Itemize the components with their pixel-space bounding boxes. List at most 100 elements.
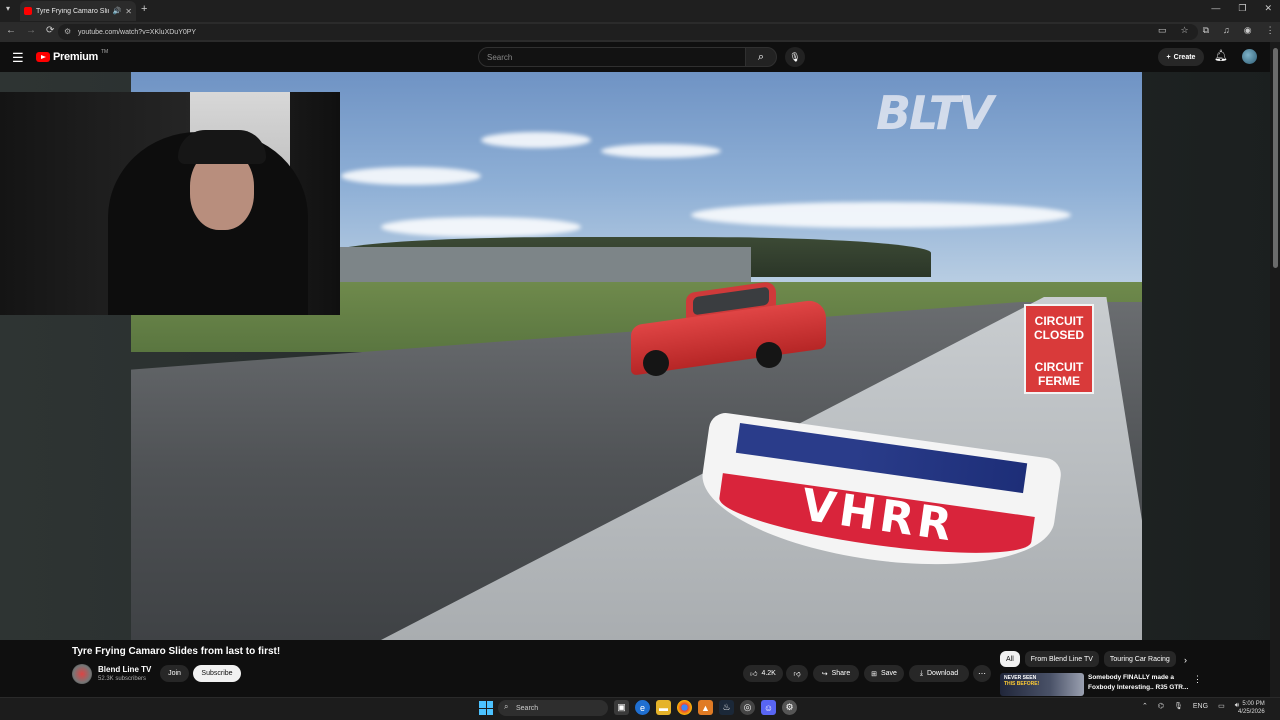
browser-extensions: ▭ ☆ ⧉ ♫ ◉ ⋮ bbox=[1158, 25, 1275, 36]
taskbar-search[interactable]: ⌕ Search bbox=[498, 700, 608, 716]
menu-icon[interactable]: ☰ bbox=[12, 50, 24, 66]
logo-tm: TM bbox=[100, 49, 109, 55]
file-explorer-icon[interactable]: ▬ bbox=[656, 700, 671, 715]
clock-date: 4/25/2026 bbox=[1238, 709, 1265, 715]
video-pit-buildings bbox=[331, 247, 751, 287]
tray-mic-icon[interactable]: 🎙 bbox=[1174, 702, 1183, 710]
recommended-title[interactable]: Somebody FINALLY made a Foxbody Interest… bbox=[1088, 673, 1192, 693]
search-icon: ⌕ bbox=[757, 50, 765, 63]
new-tab-button[interactable]: + bbox=[141, 3, 147, 15]
like-button[interactable]: 👍︎ 4.2K bbox=[743, 665, 783, 682]
chip-touring-car-racing[interactable]: Touring Car Racing bbox=[1103, 651, 1176, 667]
plus-icon: + bbox=[1166, 53, 1171, 61]
system-tray: ⌃ ⌬ 🎙 ENG ▭ 🔊︎ bbox=[1142, 702, 1239, 710]
edge-icon[interactable]: e bbox=[635, 700, 650, 715]
taskbar-apps: ▣ e ▬ ▲ ♨ ◎ ☺ ⚙ bbox=[614, 700, 797, 715]
download-icon: ⤓ bbox=[919, 669, 923, 677]
search-placeholder: Search bbox=[487, 52, 513, 62]
windows-start-icon[interactable] bbox=[479, 701, 493, 715]
join-button[interactable]: Join bbox=[160, 665, 189, 682]
language-indicator[interactable]: ENG bbox=[1193, 703, 1208, 710]
taskbar-clock[interactable]: 5:00 PM 4/25/2026 bbox=[1238, 700, 1265, 716]
save-icon: ⊞ bbox=[871, 670, 877, 678]
extensions-icon[interactable]: ⧉ bbox=[1203, 25, 1209, 36]
clock-time: 5:00 PM bbox=[1242, 701, 1265, 707]
share-button[interactable]: ↪ Share bbox=[813, 665, 859, 682]
steam-icon[interactable]: ♨ bbox=[719, 700, 734, 715]
circuit-closed-sign: CIRCUIT CLOSED CIRCUIT FERME bbox=[1024, 304, 1094, 394]
create-button[interactable]: + Create bbox=[1158, 48, 1204, 66]
video-cloud bbox=[481, 132, 591, 148]
url-text: youtube.com/watch?v=XKluXDuY0PY bbox=[78, 28, 197, 36]
close-window-icon[interactable]: ✕ bbox=[1264, 3, 1272, 14]
channel-name[interactable]: Blend Line TV bbox=[98, 665, 151, 674]
dislike-button[interactable]: 👎︎ bbox=[786, 665, 808, 682]
chrome-icon[interactable] bbox=[677, 700, 692, 715]
video-title: Tyre Frying Camaro Slides from last to f… bbox=[72, 646, 281, 657]
logo-text: Premium bbox=[53, 51, 98, 63]
bookmark-star-icon[interactable]: ☆ bbox=[1181, 25, 1189, 36]
profile-icon[interactable]: ◉ bbox=[1244, 25, 1252, 36]
subscriber-count: 52.3K subscribers bbox=[98, 676, 147, 682]
browser-tab-strip bbox=[0, 0, 1280, 22]
like-count: 4.2K bbox=[761, 670, 776, 677]
thumbs-down-icon: 👎︎ bbox=[793, 671, 801, 678]
task-view-icon[interactable]: ▣ bbox=[614, 700, 629, 715]
tray-app-icon[interactable]: ⌬ bbox=[1158, 702, 1164, 710]
download-label: Download bbox=[926, 670, 959, 677]
kebab-menu-icon[interactable]: ⋮ bbox=[1193, 674, 1202, 685]
more-actions-icon[interactable]: ⋯ bbox=[973, 665, 991, 682]
chip-all[interactable]: All bbox=[1000, 651, 1020, 667]
save-button[interactable]: ⊞ Save bbox=[864, 665, 904, 682]
audio-icon[interactable]: 🔊 bbox=[113, 7, 122, 15]
related-chips: All From Blend Line TV Touring Car Racin… bbox=[1000, 651, 1176, 667]
thumb-text-2: THIS BEFORE! bbox=[1004, 681, 1040, 687]
minimize-icon[interactable]: — bbox=[1211, 3, 1220, 14]
microphone-icon: 🎙 bbox=[789, 51, 801, 62]
browser-menu-icon[interactable]: ⋮ bbox=[1266, 25, 1275, 36]
discord-icon[interactable]: ☺ bbox=[761, 700, 776, 715]
vlc-icon[interactable]: ▲ bbox=[698, 700, 713, 715]
voice-search-button[interactable]: 🎙 bbox=[785, 47, 805, 67]
youtube-favicon-icon bbox=[24, 7, 32, 15]
video-cloud bbox=[691, 202, 1071, 228]
close-tab-icon[interactable]: ✕ bbox=[125, 7, 132, 16]
cast-icon[interactable]: ▭ bbox=[1158, 25, 1167, 36]
scrollbar-thumb[interactable] bbox=[1273, 48, 1278, 268]
maximize-icon[interactable]: ❐ bbox=[1238, 3, 1246, 14]
recommended-thumbnail[interactable]: NEVER SEEN THIS BEFORE! bbox=[1000, 673, 1084, 696]
settings-gear-icon[interactable]: ⚙ bbox=[782, 700, 797, 715]
thumbs-up-icon: 👍︎ bbox=[750, 671, 758, 678]
browser-tab-active[interactable]: Tyre Frying Camaro Slides f 🔊 ✕ bbox=[20, 1, 136, 21]
download-button[interactable]: ⤓ Download bbox=[909, 665, 969, 682]
media-icon[interactable]: ♫ bbox=[1223, 25, 1230, 36]
tray-chevron-icon[interactable]: ⌃ bbox=[1142, 702, 1148, 710]
channel-avatar[interactable] bbox=[72, 664, 92, 684]
video-red-car bbox=[631, 280, 826, 382]
sign-line-2: CIRCUIT FERME bbox=[1034, 360, 1084, 388]
network-icon[interactable]: ▭ bbox=[1218, 702, 1225, 710]
search-button[interactable]: ⌕ bbox=[745, 47, 777, 67]
share-label: Share bbox=[831, 670, 851, 677]
tab-search-icon[interactable]: ▾ bbox=[6, 4, 10, 13]
nav-buttons: ← → ⟳ bbox=[6, 25, 54, 36]
create-label: Create bbox=[1173, 53, 1196, 61]
back-icon[interactable]: ← bbox=[6, 25, 16, 36]
account-avatar[interactable] bbox=[1242, 49, 1257, 64]
address-bar[interactable]: ⚙ youtube.com/watch?v=XKluXDuY0PY bbox=[58, 24, 1198, 40]
site-info-icon[interactable]: ⚙ bbox=[64, 27, 71, 36]
taskbar-search-placeholder: Search bbox=[516, 704, 539, 712]
chevron-right-icon[interactable]: › bbox=[1184, 655, 1187, 665]
obs-icon[interactable]: ◎ bbox=[740, 700, 755, 715]
webcam-overlay bbox=[0, 92, 340, 315]
chip-from-channel[interactable]: From Blend Line TV bbox=[1024, 651, 1099, 667]
window-controls: — ❐ ✕ bbox=[1211, 3, 1272, 14]
notifications-bell-icon[interactable]: 🔔︎ bbox=[1214, 49, 1228, 62]
subscribe-button[interactable]: Subscribe bbox=[193, 665, 241, 682]
youtube-play-icon bbox=[36, 52, 50, 62]
search-icon: ⌕ bbox=[504, 702, 509, 711]
youtube-premium-logo[interactable]: Premium TM bbox=[36, 49, 109, 63]
reload-icon[interactable]: ⟳ bbox=[46, 25, 54, 36]
search-input[interactable]: Search bbox=[478, 47, 746, 67]
forward-icon[interactable]: → bbox=[26, 25, 36, 36]
